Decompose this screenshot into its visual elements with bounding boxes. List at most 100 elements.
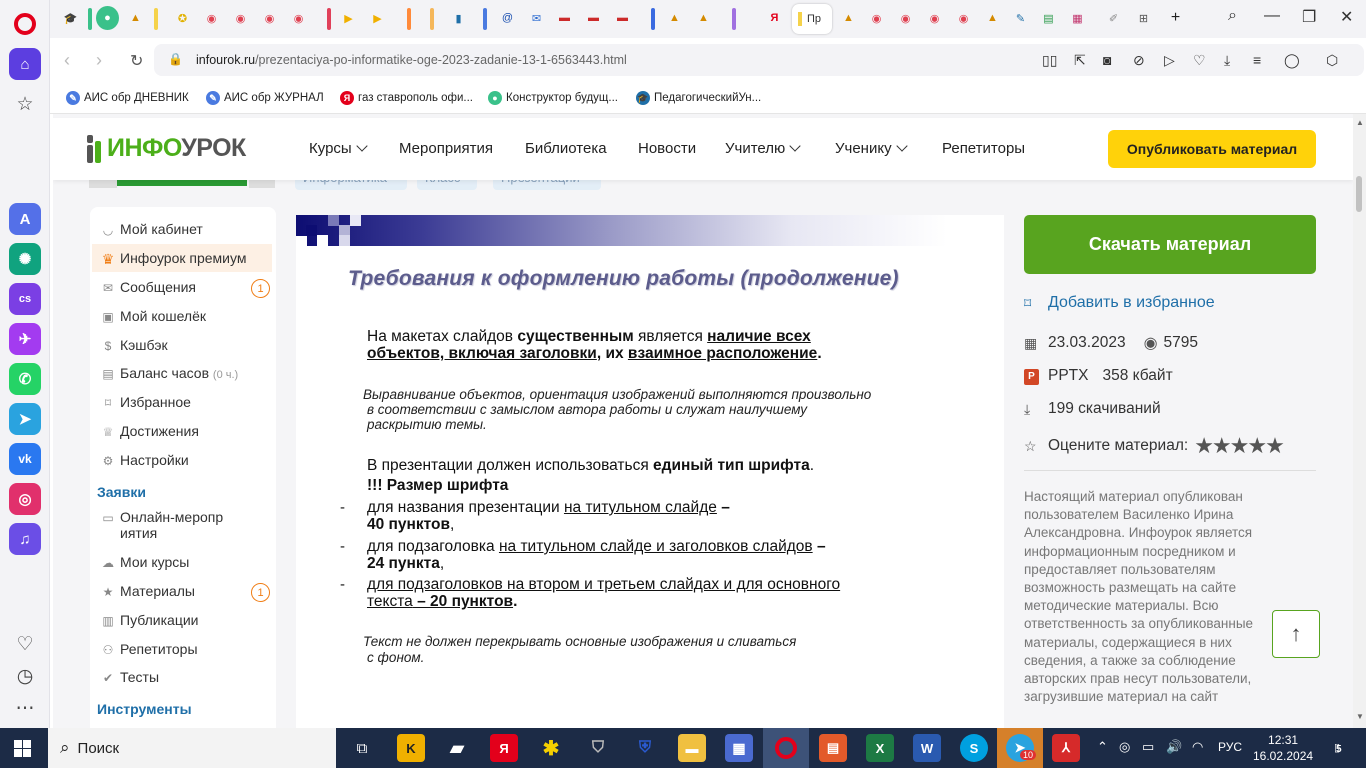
instagram-icon[interactable]: ◎ (9, 483, 41, 515)
share-icon[interactable]: ⇱ (1074, 52, 1086, 69)
messenger-icon[interactable]: ✈ (9, 323, 41, 355)
new-tab-icon[interactable]: + (1164, 6, 1187, 30)
bookmark-pedagog[interactable]: 🎓 ПедагогическийУн... (636, 91, 761, 105)
url-text[interactable]: infourok.ru/prezentaciya-po-informatike-… (196, 53, 627, 67)
bookmark-constructor[interactable]: ● Конструктор будущ... (488, 91, 618, 105)
add-to-favorites-link[interactable]: ⌑ Добавить в избранное (1024, 294, 1215, 312)
adblock-icon[interactable]: ⊘ (1133, 52, 1145, 69)
menu-premium[interactable]: ♛ Инфоурок премиум (92, 244, 272, 272)
nav-kursy[interactable]: Курсы (309, 140, 368, 157)
bookmark-ais-dnevnik[interactable]: ✎ АИС обр ДНЕВНИК (66, 91, 189, 105)
tab-play-icon[interactable]: ▶ (337, 6, 360, 30)
tab-record-icon[interactable]: ◉ (229, 6, 252, 30)
excel-icon[interactable]: X (866, 734, 894, 762)
extensions-icon[interactable]: ⬡ (1326, 52, 1338, 69)
tab-tools-icon[interactable]: ✐ (1102, 6, 1125, 30)
task-view-icon[interactable]: ⧉ (348, 734, 376, 762)
back-icon[interactable]: ‹ (64, 50, 70, 71)
minimize-icon[interactable]: — (1264, 7, 1280, 25)
bookmark-gaz[interactable]: Ягаз ставрополь офи... (340, 91, 473, 105)
infourok-logo[interactable]: ИНФОУРОК (87, 134, 246, 163)
menu-cashback[interactable]: $ Кэшбэк (96, 337, 274, 353)
tab-record-icon[interactable]: ◉ (952, 6, 975, 30)
tab-flag-icon[interactable]: ▬ (553, 6, 576, 30)
yandex-market-icon[interactable]: ✱ (537, 734, 565, 762)
emblem-icon[interactable]: ⛨ (631, 734, 659, 762)
download-icon[interactable]: ⤓ (1224, 52, 1230, 69)
menu-icon[interactable]: ≡ (1253, 52, 1261, 68)
profile-icon[interactable]: ◯ (1284, 52, 1300, 69)
menu-favorites[interactable]: ⌑ Избранное (96, 394, 274, 410)
battery-icon[interactable]: ▭ (1142, 739, 1154, 755)
windows-start-icon[interactable] (14, 740, 31, 757)
tab-pedagog-icon[interactable]: 🎓 (59, 6, 82, 30)
skype-icon[interactable]: S (960, 734, 988, 762)
file-explorer-icon[interactable]: ▬ (678, 734, 706, 762)
nav-repetitory[interactable]: Репетиторы (942, 140, 1025, 157)
tab-constructor-icon[interactable]: ● (96, 6, 119, 30)
scroll-up-arrow-icon[interactable]: ▲ (1356, 118, 1364, 127)
tab-record-icon[interactable]: ◉ (200, 6, 223, 30)
vk-icon[interactable]: vk (9, 443, 41, 475)
reader-icon[interactable]: ▯▯ (1042, 52, 1057, 69)
whatsapp-icon[interactable]: ✆ (9, 363, 41, 395)
tab-grid-icon[interactable]: ▦ (1066, 6, 1089, 30)
tab-image-icon[interactable]: ▲ (837, 6, 860, 30)
system-clock[interactable]: 12:31 16.02.2024 (1253, 732, 1313, 764)
send-icon[interactable]: ▷ (1164, 52, 1175, 69)
publish-material-button[interactable]: Опубликовать материал (1108, 130, 1316, 168)
tab-book-icon[interactable]: ▤ (1037, 6, 1060, 30)
scanner-icon[interactable]: ▰ (443, 734, 471, 762)
menu-my-cabinet[interactable]: ◡ Мой кабинет (96, 221, 274, 237)
tab-mail-icon[interactable]: @ (496, 6, 519, 30)
language-indicator[interactable]: РУС (1218, 740, 1242, 754)
chatsonic-icon[interactable]: cs (9, 283, 41, 315)
reload-icon[interactable]: ↻ (130, 51, 143, 71)
tab-record-icon[interactable]: ◉ (865, 6, 888, 30)
camera-icon[interactable]: ◙ (1103, 52, 1111, 68)
music-player-icon[interactable]: ♫ (9, 523, 41, 555)
tab-search-icon[interactable]: ⌕ (1228, 7, 1237, 25)
kaspersky-icon[interactable]: K (397, 734, 425, 762)
tab-envelope-icon[interactable]: ✉ (525, 6, 548, 30)
tab-flag-icon[interactable]: ▬ (611, 6, 634, 30)
tab-play-icon[interactable]: ▶ (366, 6, 389, 30)
scrollbar-thumb[interactable] (1356, 176, 1362, 212)
menu-wallet[interactable]: ▣ Мой кошелёк (96, 308, 274, 324)
restore-icon[interactable]: ❐ (1302, 7, 1316, 27)
taskbar-search[interactable]: ⌕ Поиск (48, 728, 336, 768)
tab-flag-icon[interactable]: ▬ (582, 6, 605, 30)
nav-meropriyatiya[interactable]: Мероприятия (399, 140, 493, 157)
speed-dial-star-icon[interactable]: ☆ (9, 88, 41, 120)
tab-image-icon[interactable]: ▲ (663, 6, 686, 30)
menu-tests[interactable]: ✔ Тесты (96, 669, 274, 685)
tab-image-icon[interactable]: ▲ (981, 6, 1004, 30)
aria-icon[interactable]: A (9, 203, 41, 235)
nav-biblioteka[interactable]: Библиотека (525, 140, 607, 157)
pdf-reader-icon[interactable]: ⅄ (1052, 734, 1080, 762)
menu-tutors[interactable]: ⚇ Репетиторы (96, 641, 274, 657)
menu-hours-balance[interactable]: ▤ Баланс часов (0 ч.) (96, 365, 274, 383)
active-tab[interactable]: Пр (792, 4, 832, 34)
tab-overview-icon[interactable]: ⊞ (1132, 6, 1155, 30)
more-icon[interactable]: ⋯ (9, 692, 41, 724)
history-icon[interactable]: ◷ (9, 660, 41, 692)
vertical-scrollbar[interactable]: ▲ ▼ (1353, 114, 1366, 728)
calculator-icon[interactable]: ▦ (725, 734, 753, 762)
presentation-icon[interactable]: ▤ (819, 734, 847, 762)
telegram-icon[interactable]: ➤ (9, 403, 41, 435)
tab-record-icon[interactable]: ◉ (287, 6, 310, 30)
tab-record-icon[interactable]: ◉ (258, 6, 281, 30)
home-icon[interactable]: ⌂ (9, 48, 41, 80)
bookmark-ais-zhurnal[interactable]: ✎ АИС обр ЖУРНАЛ (206, 91, 324, 105)
menu-publications[interactable]: ▥ Публикации (96, 612, 274, 628)
scroll-to-top-button[interactable]: ↑ (1272, 610, 1320, 658)
menu-messages[interactable]: ✉ Сообщения 1 (96, 279, 274, 298)
download-material-button[interactable]: Скачать материал (1024, 215, 1316, 274)
volume-icon[interactable]: 🔊 (1166, 739, 1182, 755)
word-icon[interactable]: W (913, 734, 941, 762)
opera-logo-icon[interactable] (9, 8, 41, 40)
tab-image-icon[interactable]: ▲ (124, 6, 147, 30)
tab-record-icon[interactable]: ◉ (894, 6, 917, 30)
nav-uchitelyu[interactable]: Учителю (725, 140, 801, 157)
